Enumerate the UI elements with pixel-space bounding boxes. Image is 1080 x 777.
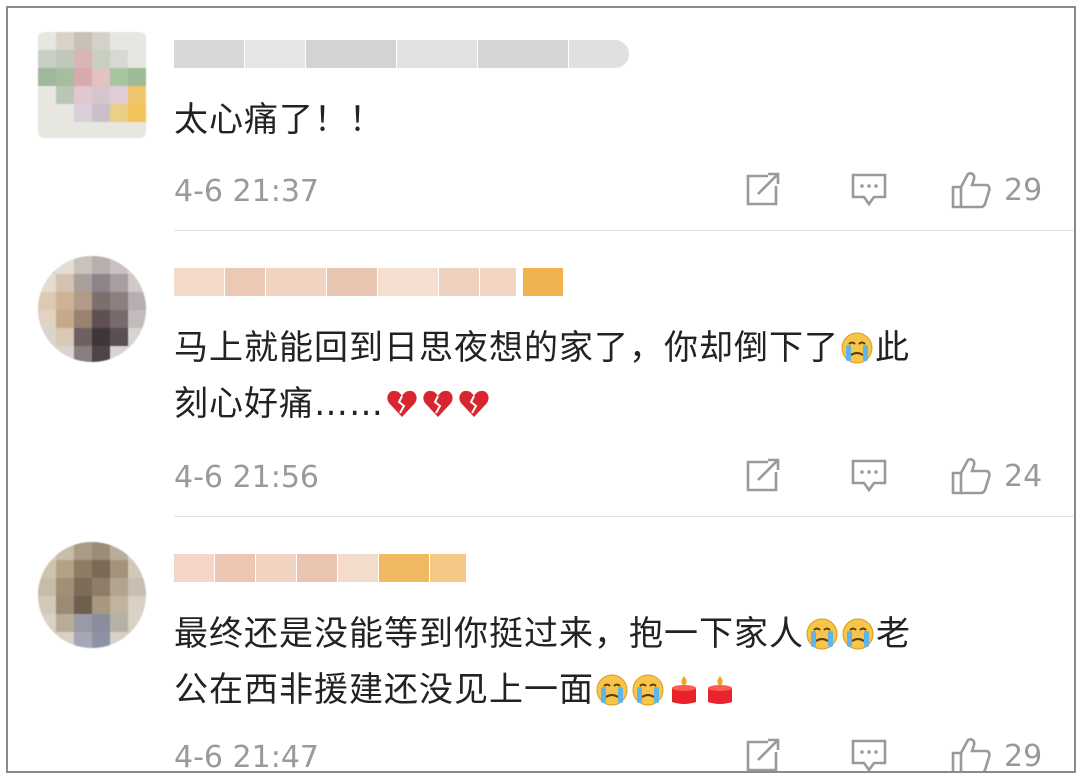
like-button[interactable]: 29 [950,736,1043,773]
avatar[interactable] [38,256,146,362]
broken-heart-icon [423,390,453,417]
like-button[interactable]: 29 [950,170,1042,210]
crying-face-icon [842,618,874,650]
like-count: 24 [1004,458,1043,494]
share-button[interactable] [744,456,782,496]
comment-time: 4-6 21:37 [174,174,319,209]
reply-button[interactable] [850,736,888,771]
share-button[interactable] [744,736,782,771]
comment-text: 太心痛了！！ [174,92,1034,148]
crying-face-icon [806,618,838,650]
reply-button[interactable] [850,456,888,496]
comment-icon [851,739,887,771]
crying-face-icon [632,674,664,706]
username-blurred[interactable] [174,550,467,586]
avatar[interactable] [38,32,146,138]
broken-heart-icon [459,390,489,417]
comment-text: 马上就能回到日思夜想的家了，你却倒下了此 刻心好痛…… [174,320,1034,432]
comment-icon [851,173,887,207]
avatar[interactable] [38,542,146,648]
share-icon [746,172,780,206]
share-button[interactable] [744,170,782,210]
comment-text-line: 太心痛了！！ [174,100,384,140]
candle-icon [708,676,732,704]
comment-time: 4-6 21:56 [174,460,319,495]
like-button[interactable]: 24 [950,456,1042,496]
crying-face-icon [596,674,628,706]
username-blurred[interactable] [174,264,564,300]
comment-text-line: 最终还是没能等到你挺过来，抱一下家人 [174,614,804,654]
comment-text-line: 刻心好痛…… [174,384,384,424]
candle-icon [672,676,696,704]
username-blurred[interactable] [174,36,630,72]
reply-button[interactable] [850,170,888,210]
comment-time: 4-6 21:47 [174,740,319,773]
comment-text-line-end: 此 [875,328,910,368]
comment-icon [851,459,887,493]
thumbs-up-icon [951,172,991,209]
thumbs-up-icon [951,458,991,495]
comment-list: 太心痛了！！ 4-6 21:37 29 马上就能回到日思夜想的家了，你却倒下了 … [6,6,1076,773]
divider [174,230,1074,231]
comment-text-line: 马上就能回到日思夜想的家了，你却倒下了 [174,328,839,368]
like-count: 29 [1004,738,1043,773]
comment-text-line-end: 老 [876,614,911,654]
broken-heart-icon [387,390,417,417]
share-icon [746,458,780,492]
share-icon [746,738,780,771]
comment-text-line: 公在西非援建还没见上一面 [174,670,594,710]
crying-face-icon [841,332,873,364]
divider [174,516,1074,517]
comment-text: 最终还是没能等到你挺过来，抱一下家人 老 公在西非援建还没见上一面 [174,606,1034,718]
thumbs-up-icon [951,738,991,771]
like-count: 29 [1004,172,1043,208]
